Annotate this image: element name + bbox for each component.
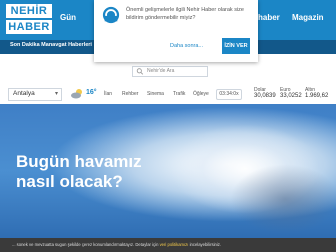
rate-value: 30,0839 xyxy=(254,93,276,99)
rate-altin: Altın 1.969,62 xyxy=(305,87,328,99)
cookie-after-text: incelayebilirsiniz. xyxy=(189,242,222,247)
search-icon xyxy=(136,68,144,75)
service-ogleye[interactable]: Öğleye xyxy=(193,91,209,97)
temperature: 16° xyxy=(86,89,97,96)
partly-cloudy-icon xyxy=(71,89,82,99)
info-row: Antalya ▾ 16° İlan Rehber Sinema Trafik … xyxy=(0,84,336,104)
logo-line-2: HABER xyxy=(6,20,52,34)
cookie-main-text: ... sonek ve mevzuatta sugun şekilde çer… xyxy=(12,242,159,247)
logo-line-1: NEHİR xyxy=(6,4,52,18)
notification-permission-dialog: Önemli gelişmelerle ilgili Nehir Haber o… xyxy=(94,0,258,62)
hero-headline: Bugün havamız nasıl olacak? xyxy=(16,152,142,192)
cloud-shadow xyxy=(230,164,336,234)
nav-item-magazin[interactable]: Magazin xyxy=(292,13,324,22)
service-trafik[interactable]: Trafik xyxy=(173,91,185,97)
hero-line-2: nasıl olacak? xyxy=(16,172,123,191)
chevron-down-icon: ▾ xyxy=(54,91,58,97)
cookie-text: ... sonek ve mevzuatta sugun şekilde çer… xyxy=(12,242,221,247)
allow-button[interactable]: İZİN VER xyxy=(222,38,250,54)
site-logo[interactable]: NEHİR HABER xyxy=(6,4,52,36)
service-sinema[interactable]: Sinema xyxy=(147,91,164,97)
cookie-banner: ... sonek ve mevzuatta sugun şekilde çer… xyxy=(0,238,336,252)
dialog-message: Önemli gelişmelerle ilgili Nehir Haber o… xyxy=(126,7,244,21)
city-select[interactable]: Antalya ▾ xyxy=(8,88,62,101)
rate-euro: Euro 33,0252 xyxy=(280,87,302,99)
cookie-policy-link[interactable]: veri politikamızı xyxy=(160,242,189,247)
nav-item-gundem[interactable]: Gün xyxy=(60,13,76,22)
service-rehber[interactable]: Rehber xyxy=(122,91,138,97)
service-ilan[interactable]: İlan xyxy=(104,91,112,97)
rate-value: 33,0252 xyxy=(280,93,302,99)
breaking-news-label[interactable]: Son Dakika Manavgat Haberleri xyxy=(10,42,92,48)
nav-item-haber[interactable]: haber xyxy=(258,13,280,22)
nehir-logo-icon xyxy=(102,6,120,24)
hero-banner[interactable]: Bugün havamız nasıl olacak? xyxy=(0,104,336,238)
search-input[interactable]: Nehir'de Ara xyxy=(132,66,208,77)
rate-value: 1.969,62 xyxy=(305,93,329,99)
rate-dolar: Dolar 30,0839 xyxy=(254,87,276,99)
later-button[interactable]: Daha sonra... xyxy=(170,43,203,49)
prayer-time-badge: 03:34:0x xyxy=(216,89,242,100)
hero-line-1: Bugün havamız xyxy=(16,152,142,171)
city-name: Antalya xyxy=(13,90,35,97)
search-placeholder: Nehir'de Ara xyxy=(147,68,175,74)
